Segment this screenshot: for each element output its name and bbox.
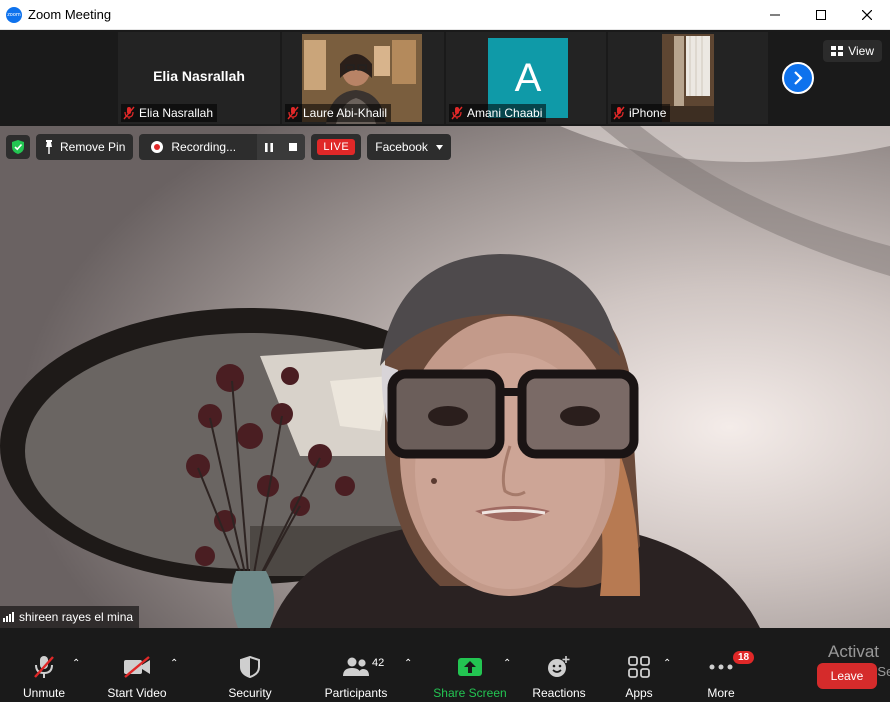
start-video-button[interactable]: Start Video	[104, 628, 170, 702]
recording-indicator: Recording...	[139, 134, 306, 160]
more-button[interactable]: More	[698, 628, 744, 702]
active-speaker-name-tag: shireen rayes el mina	[0, 606, 140, 628]
mic-muted-icon	[451, 106, 463, 120]
encryption-shield-icon[interactable]	[6, 135, 30, 159]
stream-target-dropdown[interactable]: Facebook	[367, 134, 451, 160]
pause-icon	[265, 142, 274, 152]
connection-signal-icon	[3, 612, 14, 622]
grid-icon	[831, 46, 844, 56]
remove-pin-button[interactable]: Remove Pin	[36, 134, 134, 160]
next-page-button[interactable]	[782, 62, 814, 94]
close-button[interactable]	[844, 0, 890, 30]
pin-icon	[46, 140, 52, 154]
participant-name-tag: Elia Nasrallah	[121, 104, 218, 122]
pause-recording-button[interactable]	[257, 134, 282, 160]
recording-dot-icon	[151, 141, 164, 153]
window-title: Zoom Meeting	[28, 7, 112, 22]
unmute-button[interactable]: Unmute	[18, 628, 70, 702]
participants-count: 42	[372, 657, 385, 669]
title-bar: zoom Zoom Meeting	[0, 0, 890, 30]
notification-badge: 18	[733, 651, 755, 664]
close-icon	[862, 10, 872, 20]
caret-down-icon	[435, 144, 443, 150]
speaker-video-frame	[0, 126, 890, 628]
share-options-caret-icon[interactable]: ⌃	[503, 658, 511, 669]
share-screen-icon	[458, 654, 482, 680]
video-options-caret-icon[interactable]: ⌃	[170, 658, 178, 669]
smiley-icon	[547, 654, 571, 680]
participant-center-name: Elia Nasrallah	[153, 68, 245, 84]
participants-icon	[342, 654, 370, 680]
apps-icon	[628, 654, 650, 680]
mic-muted-icon	[33, 654, 55, 680]
participant-tile[interactable]: A Amani Chaabi	[446, 32, 606, 124]
security-button[interactable]: Security	[224, 628, 276, 702]
gallery-strip: Elia Nasrallah Elia Nasrallah Laure Abi-…	[0, 30, 890, 126]
meeting-controls-overlay: Remove Pin Recording... LIVE Facebook	[6, 134, 451, 160]
minimize-icon	[770, 14, 780, 16]
stop-icon	[289, 143, 298, 151]
live-badge[interactable]: LIVE	[311, 134, 362, 160]
maximize-button[interactable]	[798, 0, 844, 30]
leave-button[interactable]: Leave	[817, 663, 877, 689]
participant-tile[interactable]: Laure Abi-Khalil	[282, 32, 444, 124]
participant-name-tag: iPhone	[611, 104, 671, 122]
apps-button[interactable]: Apps	[618, 628, 660, 702]
share-screen-button[interactable]: Share Screen	[432, 628, 508, 702]
meeting-toolbar: Unmute ⌃ Start Video ⌃ Security Particip…	[0, 628, 890, 702]
stop-recording-button[interactable]	[281, 134, 306, 160]
chevron-right-icon	[794, 71, 803, 85]
participant-name-tag: Amani Chaabi	[449, 104, 547, 122]
participant-tile[interactable]: iPhone	[608, 32, 768, 124]
audio-options-caret-icon[interactable]: ⌃	[72, 658, 80, 669]
video-off-icon	[123, 654, 151, 680]
mic-muted-icon	[123, 106, 135, 120]
maximize-icon	[816, 10, 826, 20]
view-button[interactable]: View	[823, 40, 882, 62]
mic-muted-icon	[613, 106, 625, 120]
zoom-logo-icon: zoom	[6, 6, 22, 23]
participant-name-tag: Laure Abi-Khalil	[285, 104, 392, 122]
shield-icon	[240, 654, 260, 680]
active-speaker-video	[0, 126, 890, 628]
minimize-button[interactable]	[752, 0, 798, 30]
participants-caret-icon[interactable]: ⌃	[404, 658, 412, 669]
participant-tile[interactable]: Elia Nasrallah Elia Nasrallah	[118, 32, 280, 124]
more-dots-icon	[709, 654, 733, 680]
apps-caret-icon[interactable]: ⌃	[663, 658, 671, 669]
reactions-button[interactable]: Reactions	[530, 628, 588, 702]
mic-muted-icon	[287, 106, 299, 120]
